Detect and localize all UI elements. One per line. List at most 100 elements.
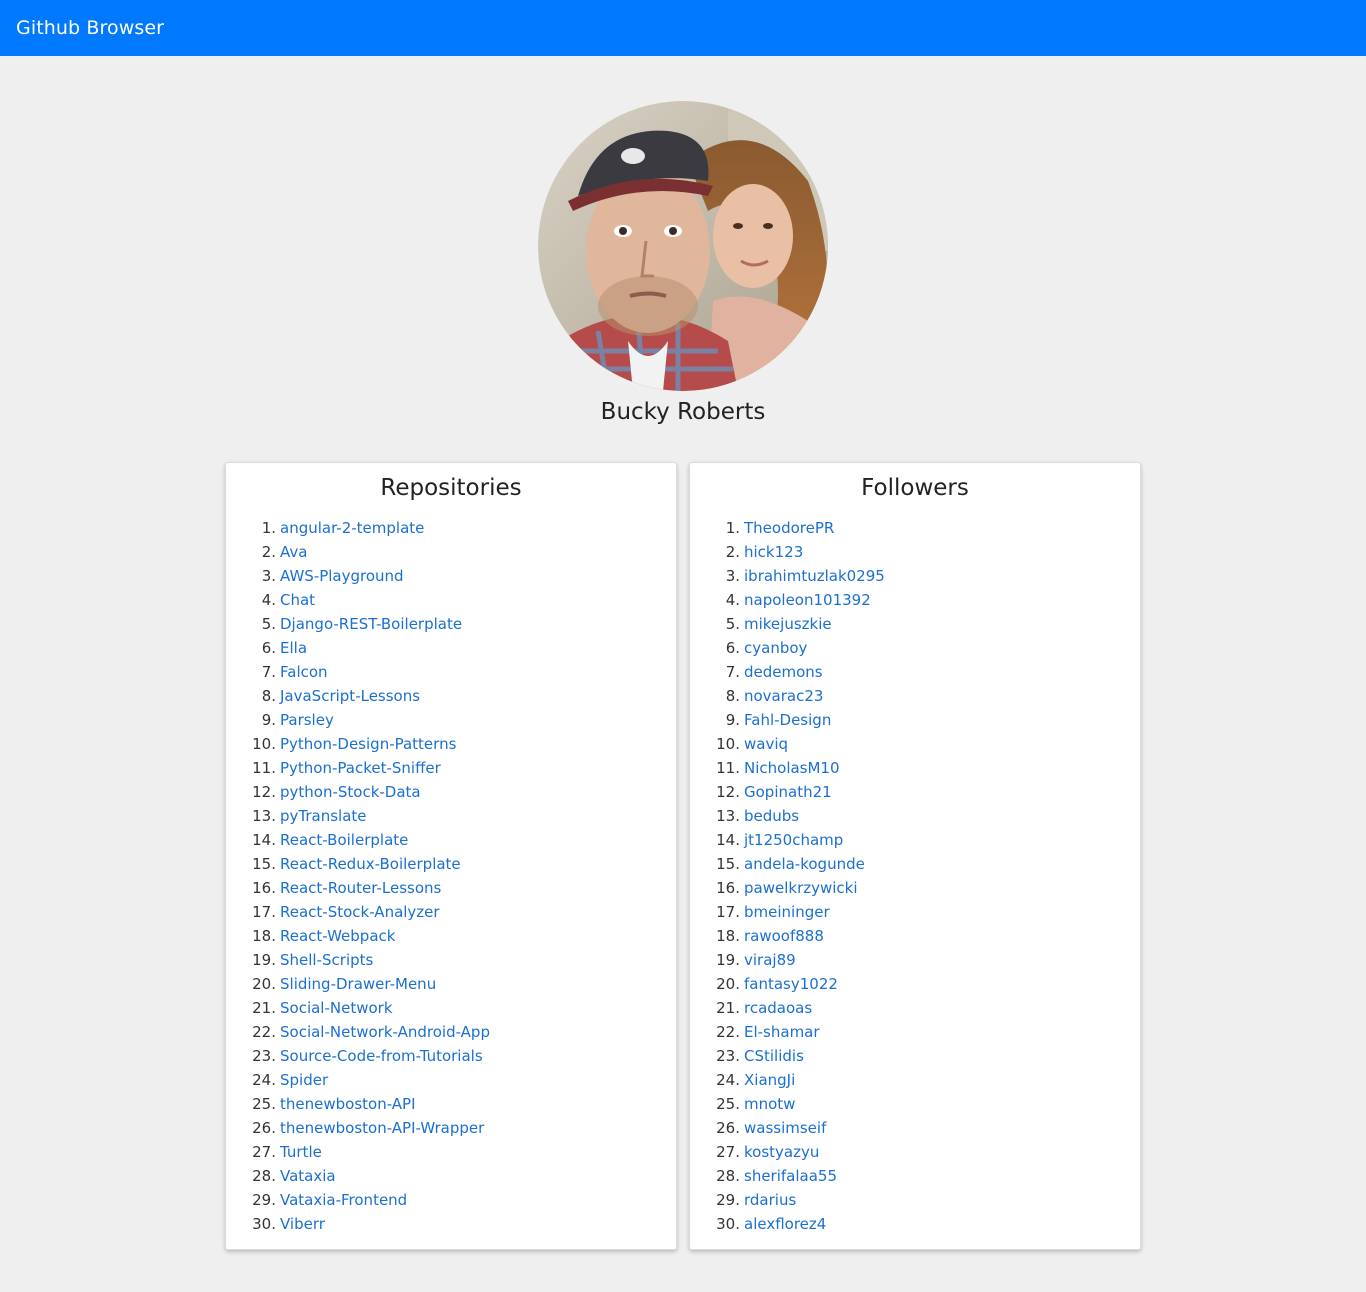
repo-link[interactable]: Social-Network [280,996,393,1020]
repo-link[interactable]: Vataxia-Frontend [280,1188,407,1212]
repo-link[interactable]: pyTranslate [280,804,367,828]
repo-item-number: 29. [252,1191,276,1209]
repo-link[interactable]: Parsley [280,708,334,732]
follower-link[interactable]: dedemons [744,660,823,684]
repo-link[interactable]: Django-REST-Boilerplate [280,612,462,636]
follower-link[interactable]: wassimseif [744,1116,826,1140]
follower-link[interactable]: Gopinath21 [744,780,832,804]
repo-link[interactable]: angular-2-template [280,516,424,540]
repo-link[interactable]: thenewboston-API [280,1092,416,1116]
repo-link[interactable]: Viberr [280,1212,325,1236]
follower-list-item: 27. kostyazyu [690,1140,1140,1164]
follower-link[interactable]: Fahl-Design [744,708,831,732]
follower-item-number: 19. [716,951,740,969]
follower-link[interactable]: andela-kogunde [744,852,865,876]
repo-link[interactable]: AWS-Playground [280,564,404,588]
repo-list-item: 25. thenewboston-API [226,1092,676,1116]
repo-link[interactable]: Vataxia [280,1164,336,1188]
follower-link[interactable]: ibrahimtuzlak0295 [744,564,885,588]
follower-link[interactable]: jt1250champ [744,828,843,852]
follower-link[interactable]: bmeininger [744,900,830,924]
follower-link[interactable]: cyanboy [744,636,807,660]
follower-list-item: 1. TheodorePR [690,516,1140,540]
repo-link[interactable]: Spider [280,1068,328,1092]
follower-link[interactable]: pawelkrzywicki [744,876,858,900]
follower-link[interactable]: mikejuszkie [744,612,832,636]
follower-link[interactable]: fantasy1022 [744,972,838,996]
follower-link[interactable]: viraj89 [744,948,796,972]
follower-item-number: 14. [716,831,740,849]
repo-link[interactable]: React-Stock-Analyzer [280,900,440,924]
repo-link[interactable]: Ava [280,540,307,564]
repo-link[interactable]: React-Redux-Boilerplate [280,852,461,876]
repo-item-number: 7. [261,663,276,681]
follower-link[interactable]: XiangJi [744,1068,795,1092]
repo-link[interactable]: Ella [280,636,307,660]
follower-link[interactable]: bedubs [744,804,799,828]
follower-link[interactable]: hick123 [744,540,803,564]
follower-list-item: 29. rdarius [690,1188,1140,1212]
repo-list-item: 12. python-Stock-Data [226,780,676,804]
repo-item-number: 4. [261,591,276,609]
follower-list-item: 17. bmeininger [690,900,1140,924]
follower-item-number: 16. [716,879,740,897]
follower-link[interactable]: rawoof888 [744,924,824,948]
follower-link[interactable]: mnotw [744,1092,795,1116]
repo-list-item: 26. thenewboston-API-Wrapper [226,1116,676,1140]
repo-link[interactable]: Python-Design-Patterns [280,732,456,756]
repo-item-number: 11. [252,759,276,777]
repo-list-item: 1. angular-2-template [226,516,676,540]
follower-link[interactable]: TheodorePR [744,516,834,540]
navbar: Github Browser [0,0,1366,56]
repo-link[interactable]: React-Router-Lessons [280,876,441,900]
repo-link[interactable]: JavaScript-Lessons [280,684,420,708]
repo-link[interactable]: Social-Network-Android-App [280,1020,490,1044]
repo-item-number: 6. [261,639,276,657]
follower-link[interactable]: rcadaoas [744,996,812,1020]
follower-link[interactable]: napoleon101392 [744,588,871,612]
follower-link[interactable]: kostyazyu [744,1140,819,1164]
repo-link[interactable]: thenewboston-API-Wrapper [280,1116,484,1140]
follower-item-number: 2. [725,543,740,561]
repo-list-item: 20. Sliding-Drawer-Menu [226,972,676,996]
repo-item-number: 14. [252,831,276,849]
follower-link[interactable]: waviq [744,732,788,756]
repo-link[interactable]: React-Boilerplate [280,828,408,852]
follower-list-item: 28. sherifalaa55 [690,1164,1140,1188]
follower-link[interactable]: rdarius [744,1188,796,1212]
repo-item-number: 1. [261,519,276,537]
repo-link[interactable]: Python-Packet-Sniffer [280,756,441,780]
follower-link[interactable]: CStilidis [744,1044,804,1068]
repo-link[interactable]: Shell-Scripts [280,948,373,972]
follower-link[interactable]: NicholasM10 [744,756,840,780]
follower-link[interactable]: El-shamar [744,1020,820,1044]
repo-link[interactable]: python-Stock-Data [280,780,421,804]
follower-item-number: 21. [716,999,740,1017]
follower-item-number: 24. [716,1071,740,1089]
follower-link[interactable]: novarac23 [744,684,823,708]
follower-list-item: 16. pawelkrzywicki [690,876,1140,900]
follower-item-number: 12. [716,783,740,801]
repo-link[interactable]: Chat [280,588,315,612]
repo-link[interactable]: Falcon [280,660,328,684]
follower-item-number: 28. [716,1167,740,1185]
repo-link[interactable]: Sliding-Drawer-Menu [280,972,436,996]
follower-link[interactable]: alexflorez4 [744,1212,826,1236]
repo-item-number: 27. [252,1143,276,1161]
repo-link[interactable]: React-Webpack [280,924,395,948]
follower-list-item: 26. wassimseif [690,1116,1140,1140]
navbar-brand-link[interactable]: Github Browser [16,17,164,39]
repo-link[interactable]: Source-Code-from-Tutorials [280,1044,483,1068]
follower-item-number: 26. [716,1119,740,1137]
follower-item-number: 7. [725,663,740,681]
repo-list-item: 14. React-Boilerplate [226,828,676,852]
repo-link[interactable]: Turtle [280,1140,322,1164]
follower-list-item: 22. El-shamar [690,1020,1140,1044]
followers-card: Followers 1. TheodorePR 2. hick123 3. ibrahim… [689,462,1141,1250]
cards-container: Repositories 1. angular-2-template 2. Ava 3.… [225,462,1141,1250]
follower-link[interactable]: sherifalaa55 [744,1164,837,1188]
follower-item-number: 22. [716,1023,740,1041]
repo-list-item: 18. React-Webpack [226,924,676,948]
profile-section: Bucky Roberts [0,56,1366,427]
repo-item-number: 13. [252,807,276,825]
